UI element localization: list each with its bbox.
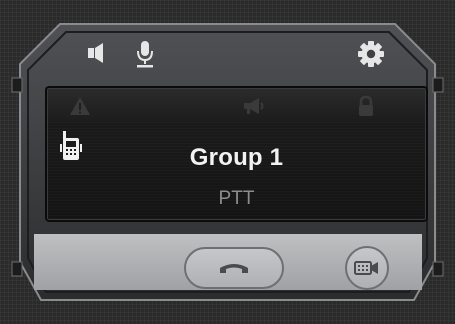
group-name: Group 1: [189, 144, 284, 171]
end-call-button[interactable]: [184, 247, 284, 289]
status-strip: [48, 89, 425, 122]
mode-label: PTT: [218, 188, 255, 209]
speaker-icon[interactable]: [86, 40, 112, 66]
end-call-icon: [220, 264, 248, 273]
microphone-icon[interactable]: [132, 38, 158, 70]
video-call-button[interactable]: [345, 246, 389, 290]
radio-screen: Group 1 PTT: [45, 86, 428, 222]
radio-device: Group 1 PTT: [0, 0, 455, 324]
megaphone-icon: [241, 95, 265, 117]
video-call-icon: [354, 261, 378, 275]
warning-icon: [68, 95, 92, 117]
lock-icon: [354, 95, 378, 117]
gear-icon[interactable]: [356, 39, 386, 69]
